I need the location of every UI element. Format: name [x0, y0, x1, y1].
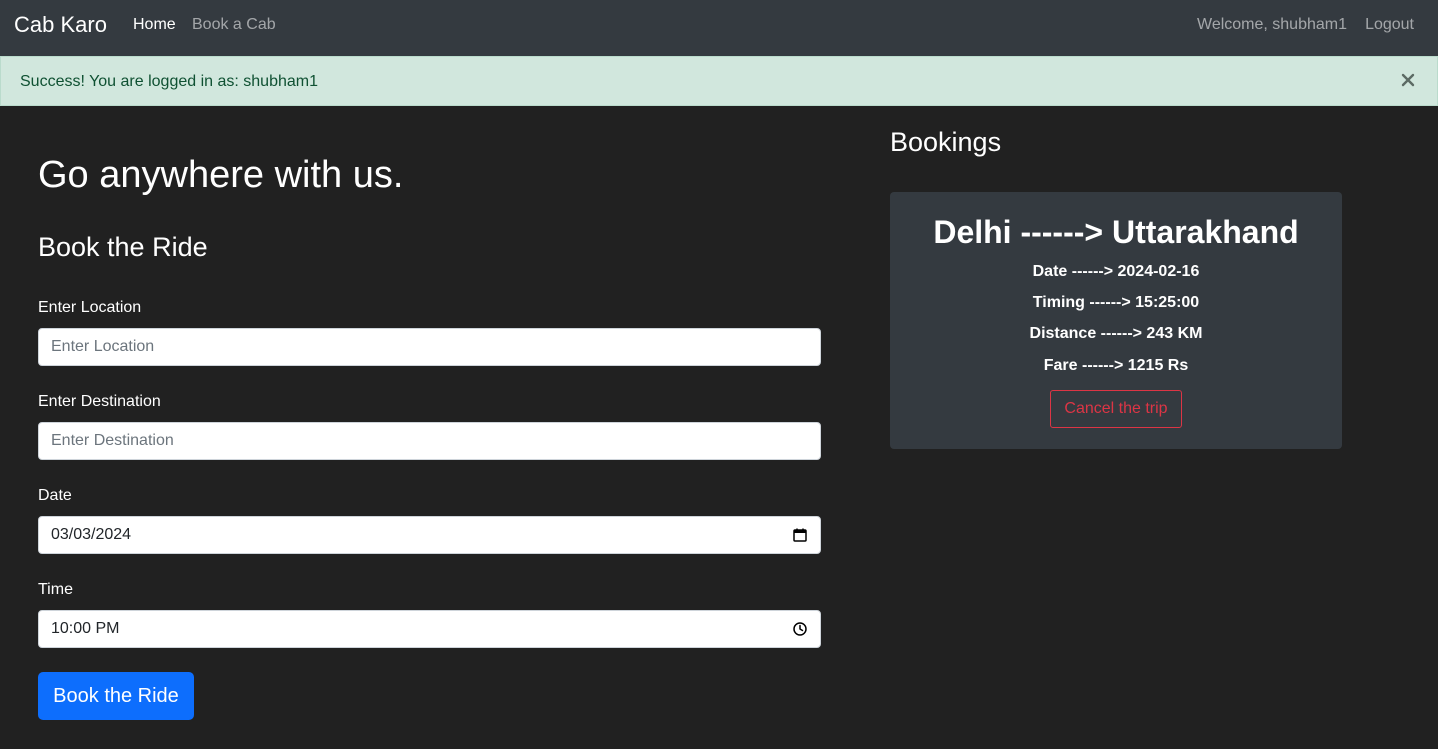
- success-alert: Success! You are logged in as: shubham1: [0, 56, 1438, 106]
- nav-link-book-a-cab[interactable]: Book a Cab: [192, 16, 276, 34]
- brand-logo[interactable]: Cab Karo: [14, 12, 107, 38]
- booking-fare: Fare ------> 1215 Rs: [1043, 357, 1189, 374]
- close-icon[interactable]: [1401, 73, 1415, 87]
- form-title: Book the Ride: [38, 232, 208, 262]
- location-label: Enter Location: [38, 299, 142, 316]
- nav-link-home[interactable]: Home: [133, 16, 176, 34]
- location-input[interactable]: [38, 328, 821, 366]
- booking-card: Delhi ------> Uttarakhand Date ------> 2…: [890, 192, 1342, 449]
- date-label: Date: [38, 487, 72, 504]
- book-ride-button[interactable]: Book the Ride: [38, 672, 194, 720]
- time-label: Time: [38, 581, 73, 598]
- date-input[interactable]: 03/03/2024: [38, 516, 821, 554]
- welcome-text: Welcome, shubham1: [1197, 16, 1347, 33]
- navbar: Cab Karo Home Book a Cab Welcome, shubha…: [0, 0, 1438, 56]
- time-value: 10:00 PM: [51, 620, 120, 637]
- booking-timing: Timing ------> 15:25:00: [1032, 294, 1200, 311]
- bookings-title: Bookings: [890, 127, 1002, 157]
- cancel-trip-button[interactable]: Cancel the trip: [1050, 390, 1182, 428]
- booking-route: Delhi ------> Uttarakhand: [933, 214, 1299, 250]
- destination-input[interactable]: [38, 422, 821, 460]
- booking-date: Date ------> 2024-02-16: [1032, 263, 1200, 280]
- hero-heading: Go anywhere with us.: [38, 154, 404, 196]
- destination-label: Enter Destination: [38, 393, 161, 410]
- alert-message: Success! You are logged in as: shubham1: [20, 73, 318, 90]
- time-input[interactable]: 10:00 PM: [38, 610, 821, 648]
- clock-icon[interactable]: [792, 621, 808, 637]
- logout-link[interactable]: Logout: [1365, 16, 1414, 34]
- calendar-icon[interactable]: [792, 527, 808, 543]
- date-value: 03/03/2024: [51, 526, 132, 543]
- booking-distance: Distance ------> 243 KM: [1029, 325, 1203, 342]
